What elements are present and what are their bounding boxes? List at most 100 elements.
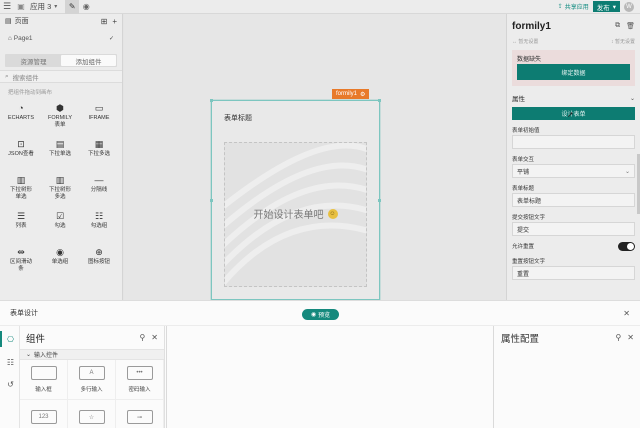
add-page-icon[interactable]: + — [112, 17, 117, 26]
pin-icon[interactable]: ⚲ — [139, 333, 145, 342]
component-item[interactable]: ▦ 下拉多选 — [80, 137, 118, 173]
tab-resource-manager[interactable]: 资源管理 — [6, 55, 61, 66]
datasource-warning: 数据缺失 绑定数据 — [512, 50, 635, 86]
tab-add-component[interactable]: 添加组件 — [61, 55, 116, 66]
component-item[interactable]: — 分隔线 — [80, 173, 118, 209]
component-item[interactable]: ⬢ FORMILY 表单 — [41, 101, 79, 137]
resize-handle[interactable] — [378, 199, 381, 202]
app-icon: ▣ — [17, 2, 25, 11]
field-label: 表单交互 — [512, 157, 535, 163]
delete-icon[interactable]: 🗑 — [626, 22, 635, 30]
field-select[interactable]: 平铺 ⌄ — [512, 164, 635, 178]
component-item[interactable]: ⊕ 图标按钮 — [80, 245, 118, 281]
component-label: 下拉树形 单选 — [9, 187, 32, 200]
home-icon: ⌂ — [8, 34, 12, 42]
component-item[interactable]: ▤ 下拉单选 — [41, 137, 79, 173]
preview-eye-icon[interactable]: ◉ — [79, 0, 93, 14]
outline-tree-icon[interactable]: ☷ — [5, 357, 16, 368]
designer-components-panel: 组件 ⚲ ✕ ⌄ 输入控件 输入框 A 多行输入 ••• 密码输入 123 ☆ ⊸ — [20, 326, 165, 428]
component-label: IFRAME — [88, 115, 110, 121]
component-item[interactable]: ◉ 单选组 — [41, 245, 79, 281]
history-icon[interactable]: ↺ — [5, 379, 16, 390]
allow-reset-toggle[interactable] — [618, 241, 635, 251]
resize-handle[interactable] — [210, 99, 213, 102]
app-name[interactable]: 应用 3 — [28, 0, 54, 14]
bind-data-button[interactable]: 绑定数据 — [517, 64, 630, 80]
chevron-down-icon: ⌄ — [629, 95, 635, 102]
page-item-page1[interactable]: ⌂ Page1 ✓ — [0, 31, 122, 45]
widget-title: formily1 — [512, 20, 551, 32]
copy-icon[interactable]: ⧉ — [615, 22, 620, 30]
select-multi-icon: ▦ — [94, 138, 104, 149]
field-input[interactable]: 表单标题 — [512, 193, 635, 207]
close-icon[interactable]: ✕ — [623, 309, 630, 318]
component-item[interactable]: ☷ 勾选组 — [80, 209, 118, 245]
right-sidebar: formily1 ⧉ 🗑 ↔ 暂无设置 ↕ 暂无设置 数据缺失 绑定数据 属性 … — [506, 14, 640, 300]
list-icon: ☰ — [16, 210, 26, 221]
component-item[interactable]: ◔ ECHARTS — [2, 101, 40, 137]
publish-button[interactable]: 发布 ▾ — [592, 1, 620, 12]
input-control-icon: ••• — [126, 366, 153, 380]
chevron-down-icon[interactable]: ▾ — [54, 0, 57, 14]
designer-component-item[interactable]: 123 — [20, 400, 68, 428]
component-item[interactable]: ☰ 列表 — [2, 209, 40, 245]
form-design-canvas[interactable] — [166, 326, 494, 428]
field-input[interactable]: 提交 — [512, 222, 635, 236]
menu-icon[interactable]: ☰ — [0, 0, 14, 14]
resize-handle[interactable] — [210, 199, 213, 202]
designer-component-item[interactable]: ☆ — [68, 400, 116, 428]
close-icon[interactable]: ✕ — [151, 333, 158, 342]
page-canvas[interactable]: 表单标题 开始设计表单吧 ☺ — [124, 14, 506, 300]
component-label: JSON查看 — [8, 151, 34, 157]
sub-setting-left[interactable]: ↔ 暂无设置 — [512, 38, 538, 45]
component-item[interactable]: ☑ 勾选 — [41, 209, 79, 245]
widget-name-tag[interactable]: formily1 ⚙ — [332, 89, 370, 99]
field-input[interactable] — [512, 135, 635, 149]
props-config-title: 属性配置 — [501, 333, 540, 345]
component-label: 图标按钮 — [87, 259, 110, 265]
formily-widget[interactable]: 表单标题 开始设计表单吧 ☺ — [210, 99, 381, 300]
layout-icon[interactable]: ⊞ — [101, 17, 108, 26]
component-item[interactable]: ▥ 下拉树形 多选 — [41, 173, 79, 209]
designer-component-label: 输入框 — [35, 387, 52, 393]
component-item[interactable]: ⊡ JSON查看 — [2, 137, 40, 173]
component-label: 分隔线 — [90, 187, 108, 193]
components-tab-icon[interactable]: ⎔ — [5, 334, 16, 345]
select-single-icon: ▤ — [55, 138, 65, 149]
left-sidebar: ▤ 页面 ⊞ + ⌂ Page1 ✓ 资源管理 添加组件 ⌕ 搜索组件 把组件拖… — [0, 14, 123, 300]
datasource-label: 数据缺失 — [517, 57, 542, 63]
component-search[interactable]: ⌕ 搜索组件 — [0, 70, 122, 83]
pin-icon[interactable]: ⚲ — [615, 333, 621, 342]
props-section-header[interactable]: 属性 ⌄ — [507, 92, 640, 104]
designer-component-item[interactable]: ••• 密码输入 — [116, 360, 164, 400]
designer-component-item[interactable]: ⊸ — [116, 400, 164, 428]
component-item[interactable]: ▭ IFRAME — [80, 101, 118, 137]
form-title: 表单标题 — [224, 115, 252, 122]
close-icon[interactable]: ✕ — [627, 333, 634, 342]
design-form-button[interactable]: 设计表单 ➚ — [512, 107, 635, 120]
designer-component-item[interactable]: 输入框 — [20, 360, 68, 400]
search-input[interactable]: 搜索组件 — [13, 72, 39, 82]
component-label: 单选组 — [51, 259, 69, 265]
reset-button-input[interactable]: 重置 — [512, 266, 635, 280]
input-controls-group[interactable]: ⌄ 输入控件 — [20, 349, 164, 360]
radio-group-icon: ◉ — [56, 246, 64, 257]
designer-component-label: 多行输入 — [80, 387, 103, 393]
sub-setting-right[interactable]: ↕ 暂无设置 — [611, 38, 635, 45]
input-control-icon: 123 — [30, 410, 57, 424]
avatar[interactable]: W — [624, 1, 634, 12]
edit-pencil-icon[interactable]: ✎ — [65, 0, 80, 14]
chevron-down-icon: ▾ — [612, 3, 616, 11]
resize-handle[interactable] — [378, 99, 381, 102]
form-design-placeholder[interactable]: 开始设计表单吧 ☺ — [224, 142, 367, 287]
component-item[interactable]: ⇹ 区间滑动 条 — [2, 245, 40, 281]
share-app-button[interactable]: ⇪ 共享应用 — [558, 2, 589, 11]
divider-icon: — — [94, 175, 104, 185]
range-slider-icon: ⇹ — [17, 246, 25, 257]
allow-reset-row: 允许重置 — [507, 241, 640, 251]
component-item[interactable]: ▥ 下拉树形 单选 — [2, 173, 40, 209]
search-icon: ⌕ — [5, 72, 9, 80]
left-tabs: 资源管理 添加组件 — [5, 54, 117, 67]
designer-component-item[interactable]: A 多行输入 — [68, 360, 116, 400]
preview-button[interactable]: ◉ 预览 — [302, 309, 339, 320]
